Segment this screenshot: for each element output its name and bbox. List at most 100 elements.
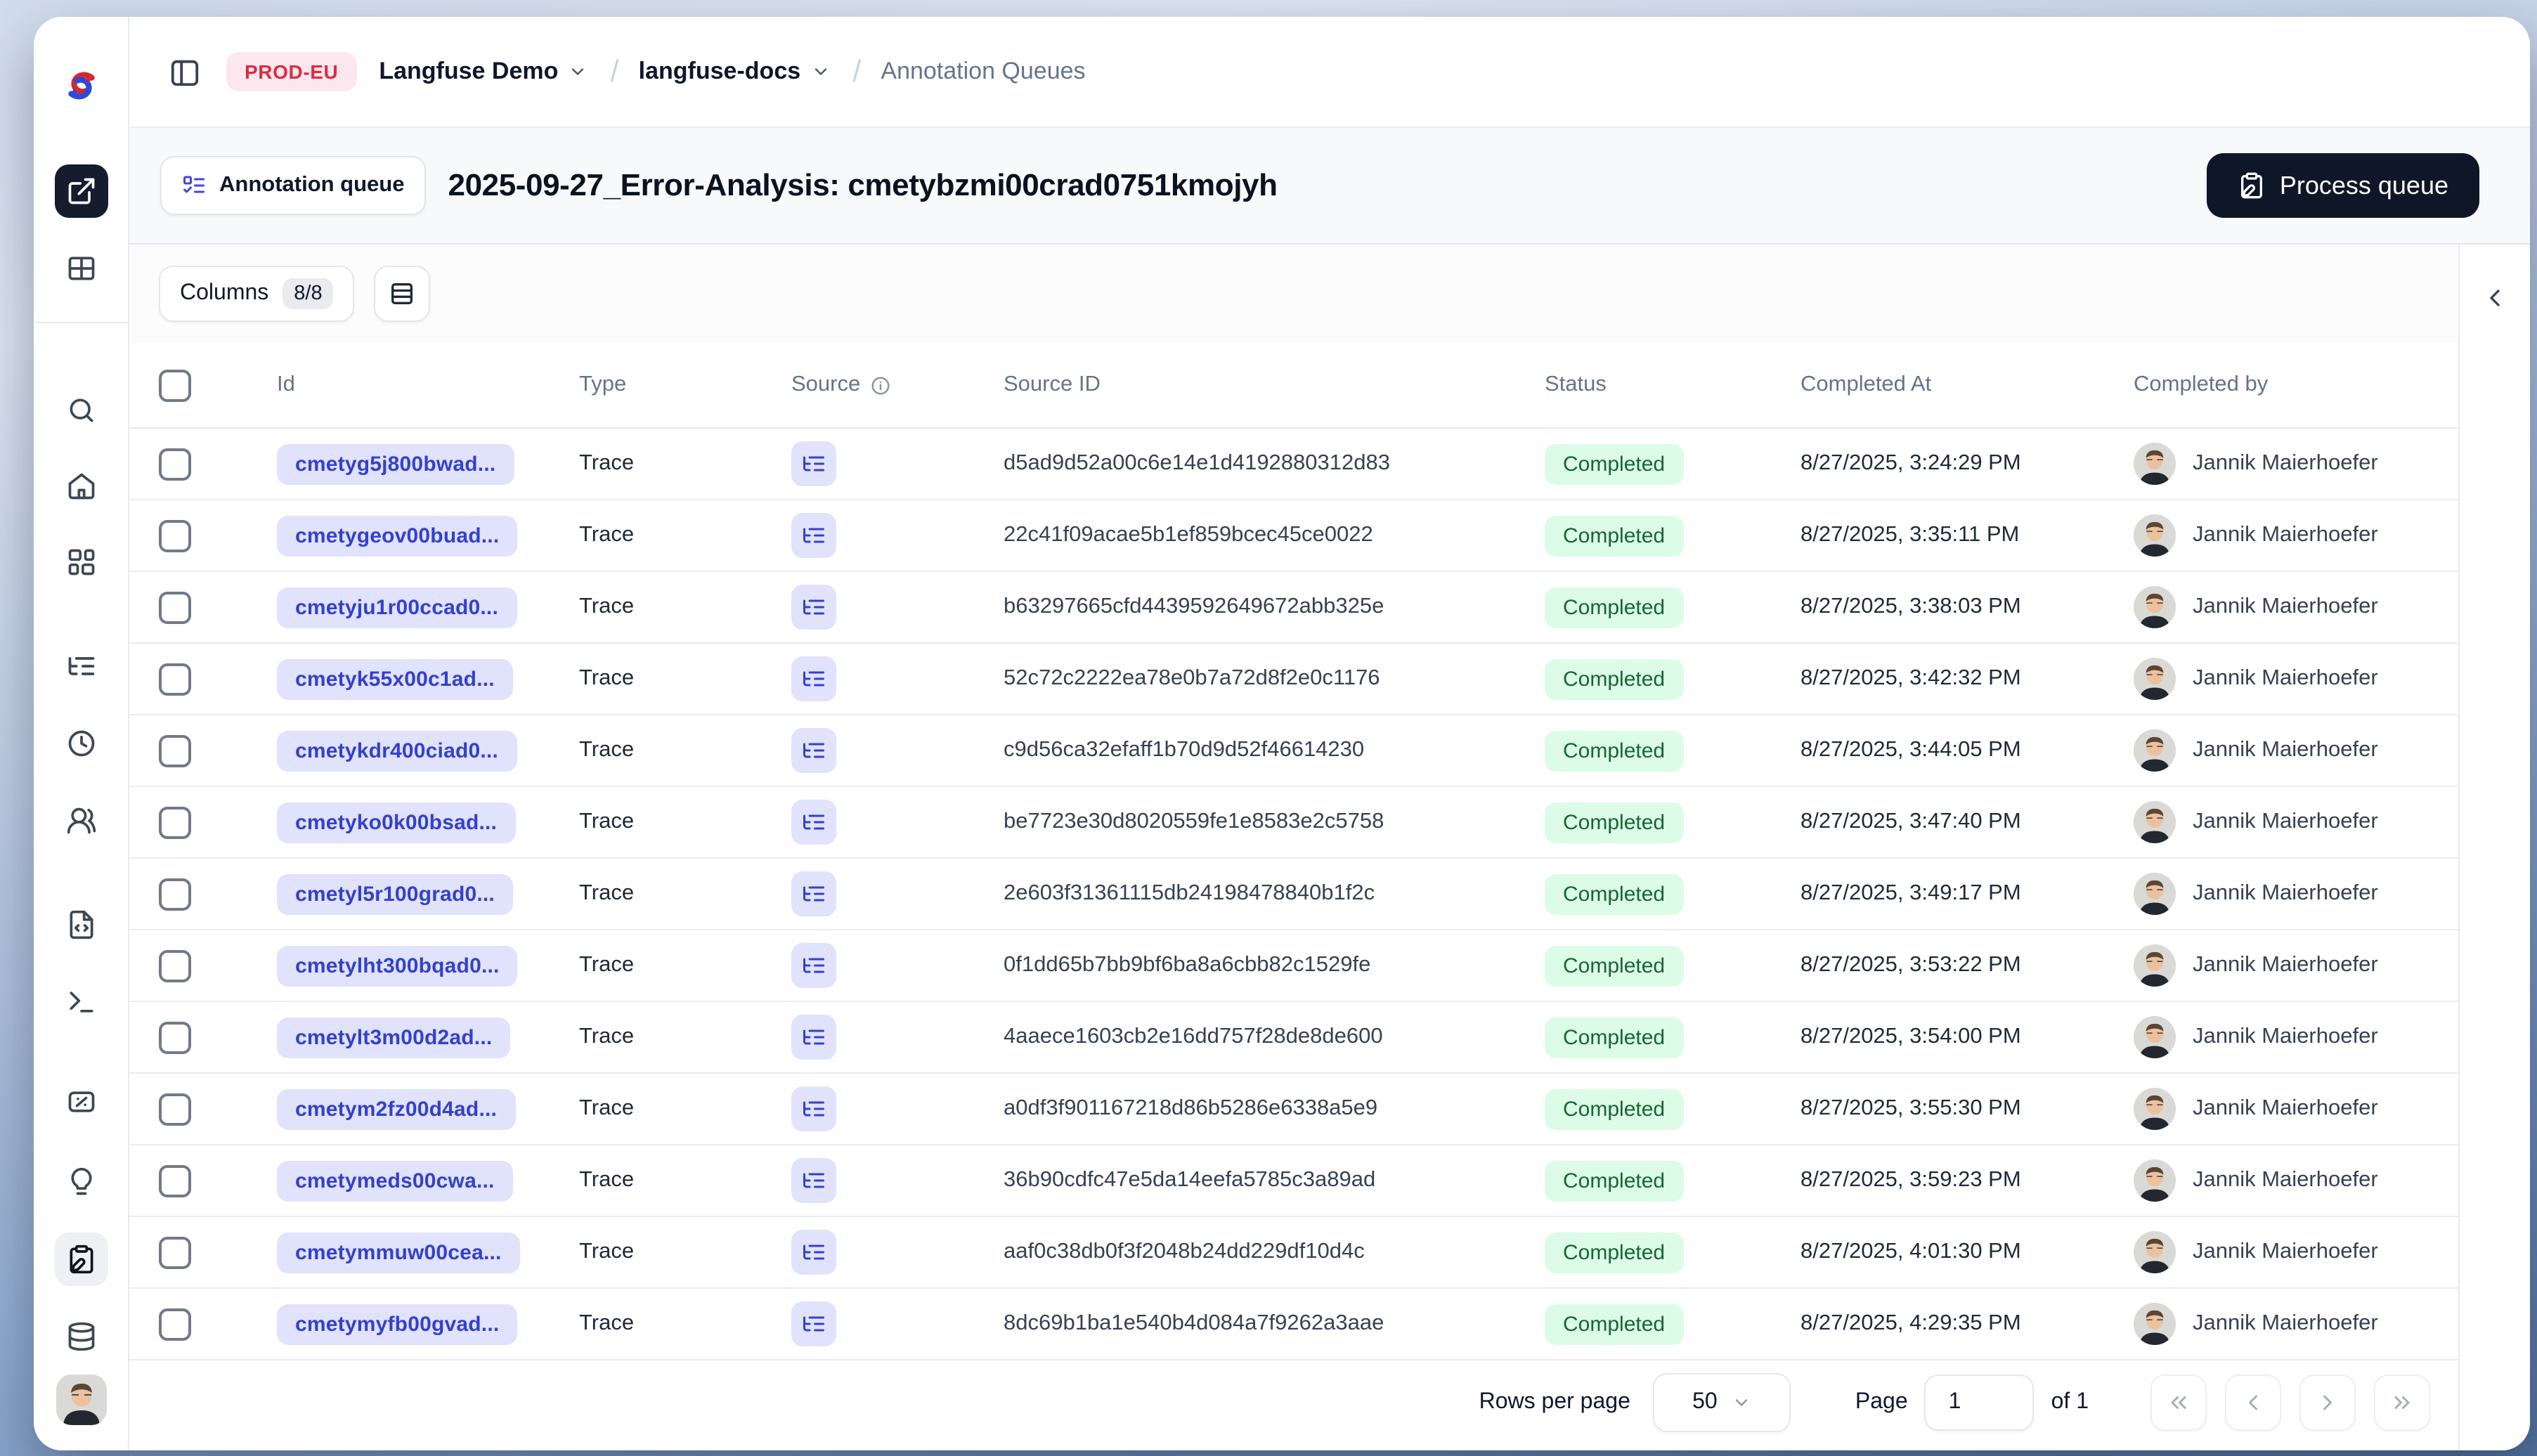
- table-row[interactable]: cmetygeov00buad... Trace 22c41f09acae5b1…: [129, 500, 2458, 572]
- item-id-link[interactable]: cmetyg5j800bwad...: [277, 443, 514, 484]
- column-header-status[interactable]: Status: [1521, 372, 1795, 398]
- sidebar-divider: [34, 322, 127, 323]
- rows-per-page-select[interactable]: 50: [1652, 1373, 1791, 1432]
- source-trace-button[interactable]: [791, 943, 836, 988]
- table-row[interactable]: cmetyg5j800bwad... Trace d5ad9d52a00c6e1…: [129, 429, 2458, 500]
- item-id-link[interactable]: cmetyko0k00bsad...: [277, 802, 516, 843]
- langfuse-logo-icon[interactable]: [63, 67, 99, 104]
- column-header-id[interactable]: Id: [277, 372, 579, 398]
- source-trace-button[interactable]: [791, 441, 836, 486]
- first-page-button[interactable]: [2150, 1374, 2207, 1431]
- row-checkbox[interactable]: [159, 591, 191, 623]
- item-id-link[interactable]: cmetymeds00cwa...: [277, 1160, 513, 1201]
- row-height-button[interactable]: [374, 266, 431, 322]
- table-row[interactable]: cmetymmuw00cea... Trace aaf0c38db0f3f204…: [129, 1217, 2458, 1289]
- source-trace-button[interactable]: [791, 656, 836, 701]
- next-page-button[interactable]: [2299, 1374, 2356, 1431]
- source-trace-button[interactable]: [791, 728, 836, 773]
- column-header-source[interactable]: Source: [769, 372, 980, 398]
- source-trace-button[interactable]: [791, 1230, 836, 1275]
- sidebar-item-datasets[interactable]: [54, 1310, 108, 1363]
- table-row[interactable]: cmetyl5r100grad0... Trace 2e603f31361115…: [129, 859, 2458, 930]
- sidebar-item-playground[interactable]: [54, 975, 108, 1029]
- sidebar-item-users[interactable]: [54, 794, 108, 847]
- collapse-panel-button[interactable]: [2475, 278, 2515, 318]
- item-id-link[interactable]: cmetyju1r00ccad0...: [277, 587, 517, 628]
- avatar-photo-icon: [2134, 801, 2176, 843]
- table-row[interactable]: cmetylht300bqad0... Trace 0f1dd65b7bb9bf…: [129, 930, 2458, 1002]
- row-checkbox[interactable]: [159, 1308, 191, 1340]
- table-row[interactable]: cmetymeds00cwa... Trace 36b90cdfc47e5da1…: [129, 1145, 2458, 1217]
- table-row[interactable]: cmetylt3m00d2ad... Trace 4aaece1603cb2e1…: [129, 1002, 2458, 1074]
- column-header-completed-by[interactable]: Completed by: [2127, 372, 2458, 398]
- row-checkbox[interactable]: [159, 878, 191, 910]
- breadcrumb-org[interactable]: Langfuse Demo: [379, 58, 558, 86]
- process-queue-button[interactable]: Process queue: [2206, 153, 2479, 218]
- previous-page-button[interactable]: [2225, 1374, 2281, 1431]
- table-row[interactable]: cmetyk55x00c1ad... Trace 52c72c2222ea78e…: [129, 644, 2458, 715]
- sidebar-item-insights[interactable]: [54, 1155, 108, 1209]
- sidebar-item-annotation-queues[interactable]: [54, 1233, 108, 1286]
- column-header-completed-at[interactable]: Completed At: [1795, 372, 2127, 398]
- item-id-link[interactable]: cmetyk55x00c1ad...: [277, 658, 513, 699]
- column-header-type[interactable]: Type: [579, 372, 769, 398]
- sidebar-item-tables[interactable]: [54, 242, 108, 295]
- source-trace-button[interactable]: [791, 1301, 836, 1346]
- item-id-link[interactable]: cmetykdr400ciad0...: [277, 730, 517, 771]
- item-id-link[interactable]: cmetylht300bqad0...: [277, 945, 518, 986]
- row-checkbox[interactable]: [159, 806, 191, 838]
- chevron-down-icon[interactable]: [810, 62, 830, 82]
- row-checkbox[interactable]: [159, 448, 191, 480]
- columns-label: Columns: [180, 281, 269, 305]
- source-trace-button[interactable]: [791, 800, 836, 845]
- annotation-queue-badge[interactable]: Annotation queue: [160, 156, 426, 215]
- source-trace-button[interactable]: [791, 513, 836, 558]
- table-row[interactable]: cmetykdr400ciad0... Trace c9d56ca32efaff…: [129, 715, 2458, 787]
- sidebar-item-traces[interactable]: [54, 639, 108, 693]
- source-trace-button[interactable]: [791, 871, 836, 916]
- item-id-link[interactable]: cmetymyfb00gvad...: [277, 1304, 518, 1344]
- source-trace-button[interactable]: [791, 1158, 836, 1203]
- file-code-icon: [69, 910, 93, 940]
- last-page-button[interactable]: [2374, 1374, 2430, 1431]
- completed-by-name: Jannik Maierhoefer: [2193, 1311, 2378, 1335]
- source-trace-button[interactable]: [791, 585, 836, 630]
- breadcrumb-project[interactable]: langfuse-docs: [639, 58, 801, 86]
- source-id: 52c72c2222ea78e0b7a72d8f2e0c1176: [1004, 666, 1380, 690]
- page-number-input[interactable]: [1924, 1374, 2035, 1431]
- sidebar-item-prompts[interactable]: [54, 898, 108, 951]
- item-id-link[interactable]: cmetyl5r100grad0...: [277, 873, 513, 914]
- table-row[interactable]: cmetyko0k00bsad... Trace be7723e30d80205…: [129, 787, 2458, 859]
- sidebar-item-home[interactable]: [54, 460, 108, 513]
- info-icon[interactable]: [870, 375, 891, 396]
- row-checkbox[interactable]: [159, 734, 191, 767]
- chevron-down-icon[interactable]: [568, 62, 588, 82]
- source-trace-button[interactable]: [791, 1086, 836, 1131]
- table-row[interactable]: cmetym2fz00d4ad... Trace a0df3f901167218…: [129, 1074, 2458, 1145]
- table-row[interactable]: cmetymyfb00gvad... Trace 8dc69b1ba1e540b…: [129, 1289, 2458, 1360]
- source-trace-button[interactable]: [791, 1015, 836, 1060]
- row-checkbox[interactable]: [159, 1093, 191, 1125]
- item-id-link[interactable]: cmetymmuw00cea...: [277, 1232, 520, 1273]
- item-id-link[interactable]: cmetym2fz00d4ad...: [277, 1088, 516, 1129]
- row-checkbox[interactable]: [159, 519, 191, 552]
- sidebar-item-search[interactable]: [54, 384, 108, 437]
- row-checkbox[interactable]: [159, 663, 191, 695]
- environment-badge[interactable]: PROD-EU: [226, 52, 357, 91]
- row-checkbox[interactable]: [159, 1236, 191, 1268]
- select-all-checkbox[interactable]: [159, 369, 191, 401]
- sidebar-item-open-external-link[interactable]: [54, 164, 108, 218]
- row-checkbox[interactable]: [159, 1021, 191, 1053]
- item-id-link[interactable]: cmetylt3m00d2ad...: [277, 1017, 511, 1058]
- column-header-source-id[interactable]: Source ID: [980, 372, 1521, 398]
- table-row[interactable]: cmetyju1r00ccad0... Trace b63297665cfd44…: [129, 572, 2458, 644]
- sidebar-toggle-button[interactable]: [169, 56, 201, 88]
- columns-button[interactable]: Columns 8/8: [159, 266, 355, 322]
- sidebar-item-evaluators[interactable]: [54, 1075, 108, 1129]
- sidebar-item-dashboards[interactable]: [54, 535, 108, 589]
- row-checkbox[interactable]: [159, 1164, 191, 1197]
- sidebar-item-sessions[interactable]: [54, 717, 108, 770]
- item-id-link[interactable]: cmetygeov00buad...: [277, 515, 518, 556]
- user-avatar[interactable]: [56, 1374, 106, 1425]
- row-checkbox[interactable]: [159, 949, 191, 982]
